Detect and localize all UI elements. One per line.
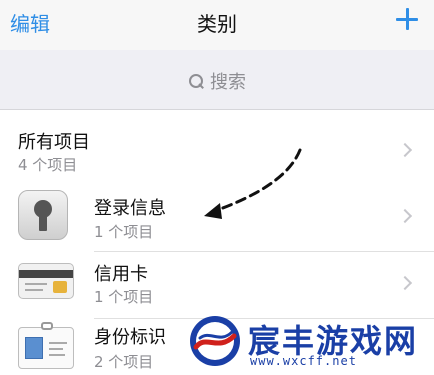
watermark-logo — [190, 316, 240, 366]
watermark: 宸丰游戏网 www.wxcff.net — [186, 312, 434, 375]
watermark-url: www.wxcff.net — [250, 354, 357, 368]
